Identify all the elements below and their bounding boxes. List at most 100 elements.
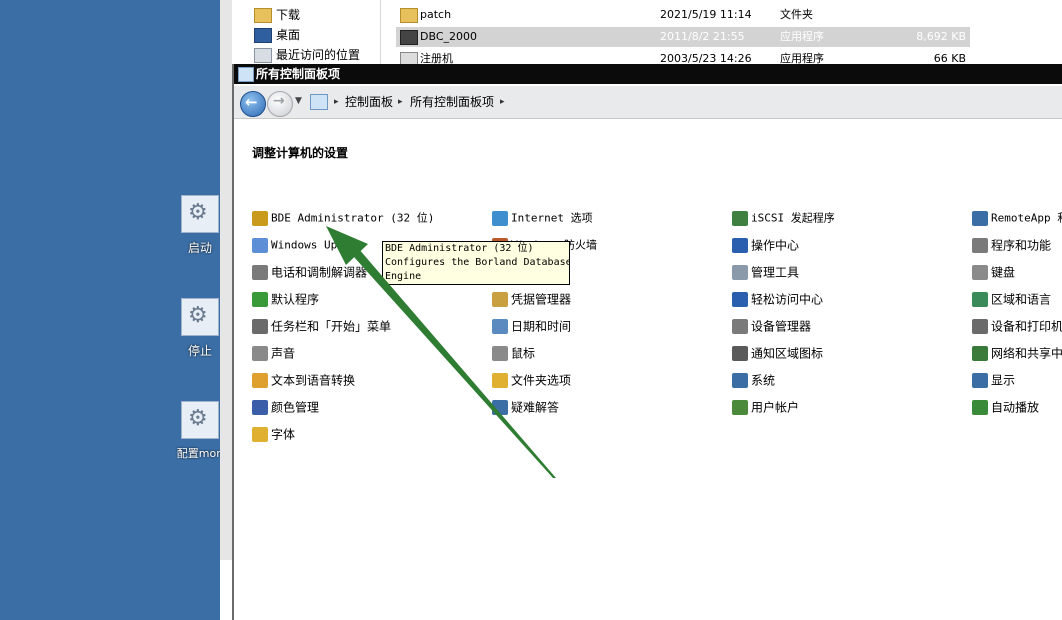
taskbar-icon [252, 319, 268, 334]
cp-item-label: 设备管理器 [751, 319, 812, 334]
font-folder-icon [252, 427, 268, 442]
window-title: 所有控制面板项 [256, 67, 341, 81]
tooltip-line: Engine [385, 271, 422, 282]
breadcrumb-control-panel[interactable]: 控制面板 [345, 94, 393, 110]
gear-icon: ⚙ [181, 195, 219, 233]
application-icon [400, 30, 418, 45]
cp-item-region-language[interactable]: 区域和语言 [972, 289, 1051, 309]
cp-item-color-management[interactable]: 颜色管理 [252, 397, 319, 417]
chevron-icon[interactable]: ▸ [398, 94, 403, 110]
windows-update-icon [252, 238, 268, 253]
file-date: 2011/8/2 21:55 [660, 30, 745, 43]
title-bar[interactable]: 所有控制面板项 [234, 64, 1062, 84]
cp-item-notification-area[interactable]: 通知区域图标 [732, 343, 823, 363]
cp-item-text-to-speech[interactable]: 文本到语音转换 [252, 370, 355, 390]
address-toolbar: ▼ ▸ 控制面板 ▸ 所有控制面板项 ▸ [234, 86, 1062, 119]
cp-item-label: RemoteApp 和 [991, 211, 1062, 225]
cp-item-device-manager[interactable]: 设备管理器 [732, 316, 811, 336]
breadcrumb-all-items[interactable]: 所有控制面板项 [410, 94, 494, 110]
cp-item-troubleshooting[interactable]: 疑难解答 [492, 397, 559, 417]
cp-item-phone-modem[interactable]: 电话和调制解调器 [252, 262, 367, 282]
nav-item-recent[interactable]: 最近访问的位置 [254, 46, 360, 64]
cp-item-mouse[interactable]: 鼠标 [492, 343, 535, 363]
nav-item-label: 桌面 [276, 28, 301, 42]
cp-item-iscsi[interactable]: iSCSI 发起程序 [732, 208, 835, 228]
file-row[interactable]: 注册机 2003/5/23 14:26 应用程序 66 KB [396, 49, 970, 64]
cp-item-display[interactable]: 显示 [972, 370, 1015, 390]
file-row[interactable]: patch 2021/5/19 11:14 文件夹 [396, 5, 970, 25]
cp-item-taskbar[interactable]: 任务栏和「开始」菜单 [252, 316, 391, 336]
file-date: 2003/5/23 14:26 [660, 52, 752, 64]
cp-item-label: 颜色管理 [271, 400, 320, 415]
cp-item-label: 区域和语言 [991, 292, 1052, 307]
cp-item-devices-printers[interactable]: 设备和打印机 [972, 316, 1062, 336]
application-icon [400, 52, 418, 64]
date-time-icon [492, 319, 508, 334]
folder-options-icon [492, 373, 508, 388]
cp-item-date-time[interactable]: 日期和时间 [492, 316, 571, 336]
tooltip-line: Configures the Borland Database [385, 257, 570, 268]
control-panel-icon [310, 94, 328, 110]
desktop: ⚙ 启动 ⚙ 停止 ⚙ 配置mon [0, 0, 232, 620]
cp-item-font-folder[interactable]: 字体 [252, 424, 295, 444]
cp-item-speaker[interactable]: 声音 [252, 343, 295, 363]
cp-item-network-sharing[interactable]: 网络和共享中 [972, 343, 1062, 363]
cp-item-credential-manager[interactable]: 凭据管理器 [492, 289, 571, 309]
cp-item-label: BDE Administrator (32 位) [271, 211, 435, 225]
cp-item-label: 任务栏和「开始」菜单 [271, 319, 392, 334]
cp-item-label: 疑难解答 [511, 400, 560, 415]
cp-item-label: 文本到语音转换 [271, 373, 356, 388]
mouse-icon [492, 346, 508, 361]
nav-item-desktop[interactable]: 桌面 [254, 26, 300, 44]
text-to-speech-icon [252, 373, 268, 388]
cp-item-bde-administrator[interactable]: BDE Administrator (32 位) [252, 208, 434, 228]
desktop-icon [254, 28, 272, 43]
file-size: 8,692 KB [916, 30, 966, 43]
chevron-icon[interactable]: ▸ [500, 94, 505, 110]
internet-options-icon [492, 211, 508, 226]
cp-item-internet-options[interactable]: Internet 选项 [492, 208, 593, 228]
forward-button[interactable] [267, 91, 293, 117]
iscsi-icon [732, 211, 748, 226]
cp-item-programs-features[interactable]: 程序和功能 [972, 235, 1051, 255]
cp-item-user-accounts[interactable]: 用户帐户 [732, 397, 799, 417]
cp-item-label: 凭据管理器 [511, 292, 572, 307]
recent-pages-dropdown-icon[interactable]: ▼ [295, 96, 302, 106]
tooltip-line: BDE Administrator (32 位) [385, 243, 534, 254]
cp-item-label: 显示 [991, 373, 1016, 388]
file-name: patch [420, 8, 452, 21]
cp-item-system[interactable]: 系统 [732, 370, 775, 390]
cp-item-folder-options[interactable]: 文件夹选项 [492, 370, 571, 390]
back-button[interactable] [240, 91, 266, 117]
control-panel-icon [238, 67, 254, 82]
folder-download-icon [254, 8, 272, 23]
network-sharing-icon [972, 346, 988, 361]
chevron-icon[interactable]: ▸ [334, 94, 339, 110]
cp-item-windows-update[interactable]: Windows Update [252, 235, 364, 255]
file-name: 注册机 [420, 52, 453, 64]
cp-item-label: Internet 选项 [511, 211, 593, 225]
bde-administrator-icon [252, 211, 268, 226]
action-center-flag-icon [732, 238, 748, 253]
cp-item-autoplay[interactable]: 自动播放 [972, 397, 1039, 417]
color-management-icon [252, 400, 268, 415]
region-language-icon [972, 292, 988, 307]
cp-item-ease-of-access[interactable]: 轻松访问中心 [732, 289, 823, 309]
remoteapp-icon [972, 211, 988, 226]
cp-item-action-center-flag[interactable]: 操作中心 [732, 235, 799, 255]
file-size: 66 KB [933, 52, 966, 64]
cp-item-label: 默认程序 [271, 292, 320, 307]
cp-item-keyboard[interactable]: 键盘 [972, 262, 1015, 282]
file-type: 文件夹 [780, 8, 813, 21]
cp-item-label: 字体 [271, 427, 296, 442]
file-type: 应用程序 [780, 30, 824, 43]
cp-item-admin-tools[interactable]: 管理工具 [732, 262, 799, 282]
file-date: 2021/5/19 11:14 [660, 8, 752, 21]
cp-item-label: 用户帐户 [751, 400, 800, 415]
nav-item-downloads[interactable]: 下载 [254, 6, 300, 24]
devices-printers-icon [972, 319, 988, 334]
file-row-selected[interactable]: DBC_2000 2011/8/2 21:55 应用程序 8,692 KB [396, 27, 970, 47]
cp-item-remoteapp[interactable]: RemoteApp 和 [972, 208, 1062, 228]
cp-item-default-programs[interactable]: 默认程序 [252, 289, 319, 309]
cp-item-label: 通知区域图标 [751, 346, 824, 361]
